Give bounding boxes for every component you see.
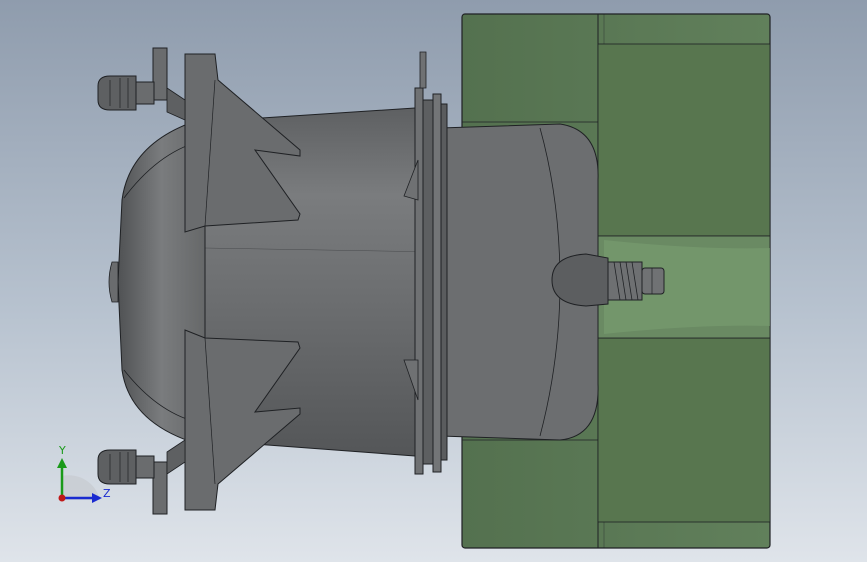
model-drawing: Y Z <box>57 13 771 549</box>
motor-housing[interactable] <box>108 107 599 457</box>
z-axis-label: Z <box>103 487 111 500</box>
connector-bottom[interactable] <box>97 449 155 485</box>
y-axis-label: Y <box>58 444 66 457</box>
connector-top[interactable] <box>97 75 155 111</box>
x-axis-dot <box>58 494 66 502</box>
3d-model-viewport[interactable]: Y Z <box>0 0 867 562</box>
y-axis-arrowhead <box>57 458 67 468</box>
